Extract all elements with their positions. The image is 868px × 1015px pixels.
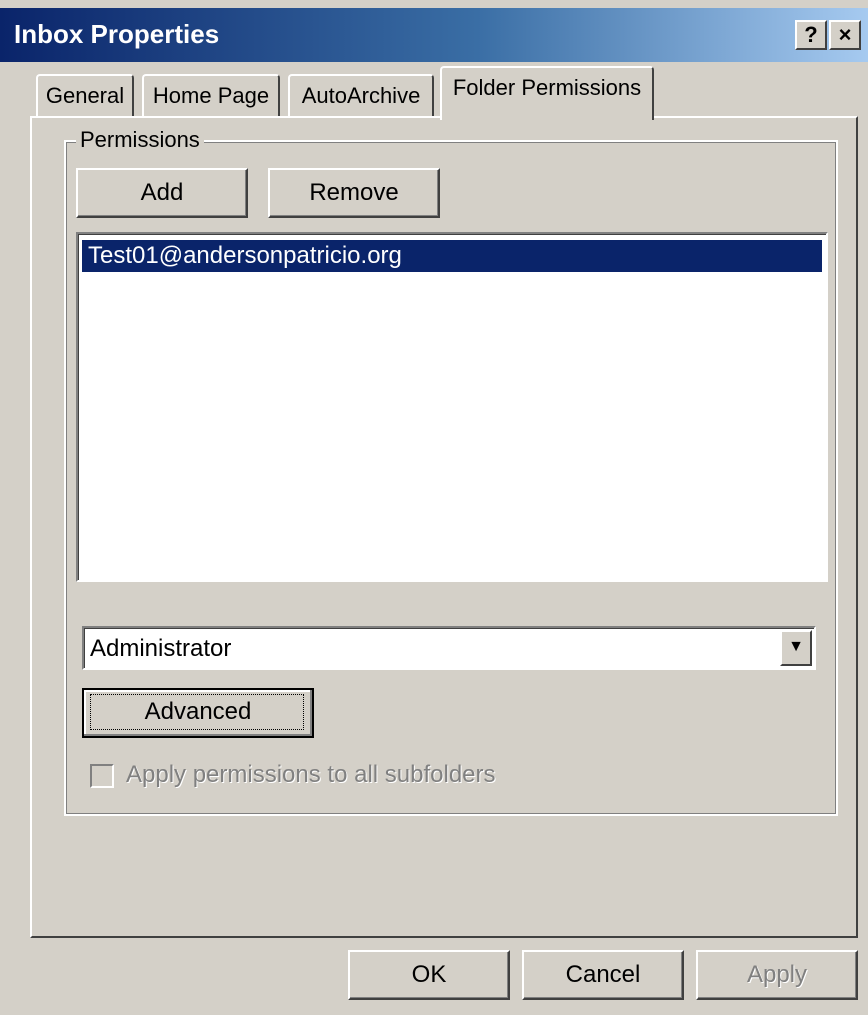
apply-subfolders-label: Apply permissions to all subfolders: [126, 761, 496, 788]
permission-level-value: Administrator: [90, 635, 232, 662]
add-button[interactable]: Add: [76, 168, 248, 218]
tab-home-page[interactable]: Home Page: [142, 74, 280, 118]
inbox-properties-dialog: Inbox Properties ? × General Home Page A…: [0, 0, 868, 1015]
permissions-list[interactable]: Test01@andersonpatricio.org: [76, 232, 828, 582]
title-bar[interactable]: Inbox Properties ? ×: [0, 8, 868, 62]
tab-autoarchive[interactable]: AutoArchive: [288, 74, 434, 118]
apply-subfolders-checkbox[interactable]: [90, 764, 114, 788]
cancel-button[interactable]: Cancel: [522, 950, 684, 1000]
permission-level-select[interactable]: Administrator ▼: [82, 626, 816, 670]
chevron-down-icon[interactable]: ▼: [780, 630, 812, 666]
close-icon[interactable]: ×: [829, 20, 861, 50]
advanced-button[interactable]: Advanced: [82, 688, 314, 738]
window-title: Inbox Properties: [14, 19, 220, 49]
tab-general[interactable]: General: [36, 74, 134, 118]
permissions-group-label: Permissions: [76, 126, 204, 154]
apply-button[interactable]: Apply: [696, 950, 858, 1000]
help-icon[interactable]: ?: [795, 20, 827, 50]
list-item[interactable]: Test01@andersonpatricio.org: [82, 240, 822, 272]
tab-folder-permissions[interactable]: Folder Permissions: [440, 66, 654, 120]
ok-button[interactable]: OK: [348, 950, 510, 1000]
remove-button[interactable]: Remove: [268, 168, 440, 218]
